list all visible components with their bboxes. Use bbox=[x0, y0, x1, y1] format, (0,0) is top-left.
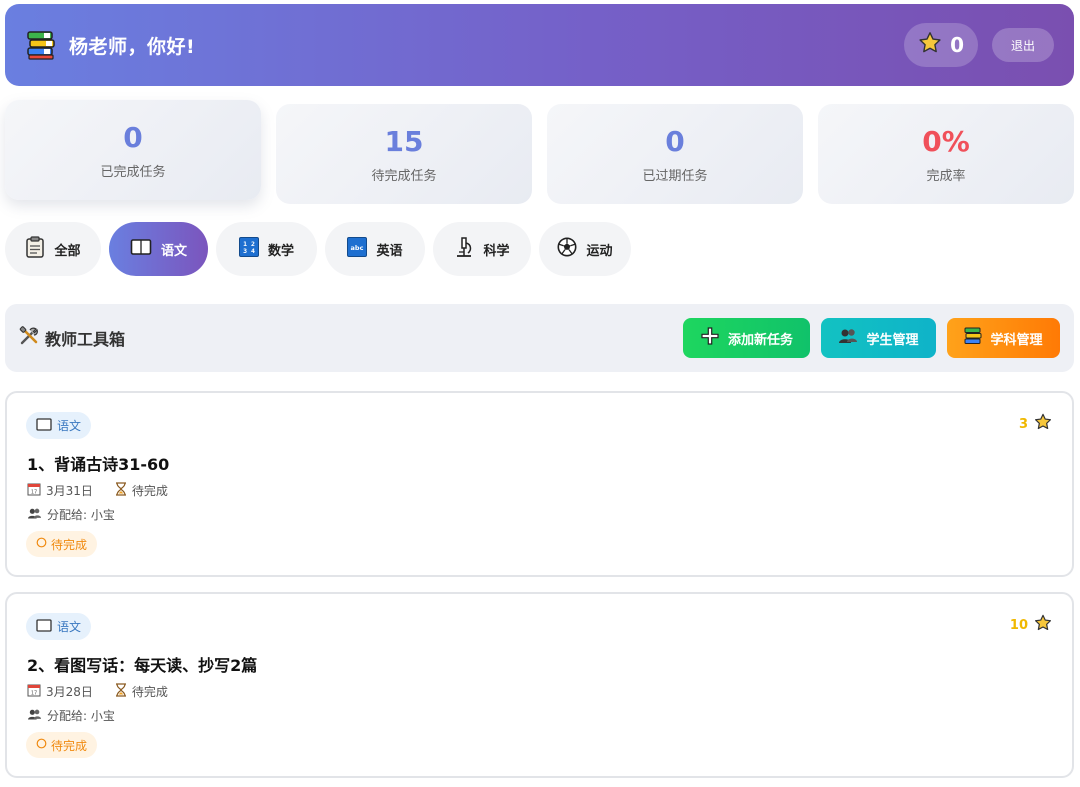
task-state: 待完成 bbox=[131, 484, 168, 498]
people-icon bbox=[838, 327, 858, 349]
stat-expired: 0 已过期任务 bbox=[547, 104, 803, 204]
task-assignee: 分配给: 小宝 bbox=[27, 707, 115, 724]
task-assignee: 分配给: 小宝 bbox=[27, 506, 115, 523]
calendar-icon: 17 bbox=[27, 482, 41, 499]
stat-value: 0 bbox=[123, 120, 143, 154]
stat-label: 完成率 bbox=[926, 168, 966, 184]
circle-icon bbox=[36, 738, 47, 752]
status-badge: 待完成 bbox=[26, 531, 98, 557]
student-management-button[interactable]: 学生管理 bbox=[821, 318, 936, 358]
book-icon bbox=[36, 417, 52, 434]
logout-button[interactable]: 退出 bbox=[992, 28, 1054, 62]
tab-label: 科学 bbox=[483, 243, 510, 259]
subject-name: 语文 bbox=[57, 620, 82, 634]
tab-all[interactable]: 全部 bbox=[5, 222, 101, 276]
tools-icon bbox=[19, 326, 39, 350]
stat-value: 0 bbox=[665, 124, 685, 158]
calendar-icon: 17 bbox=[27, 683, 41, 700]
task-card[interactable]: 语文 10 2、看图写话：每天读、抄写2篇 17 3月28日 待完成 分配给: … bbox=[5, 592, 1074, 778]
svg-text:3 4: 3 4 bbox=[243, 247, 255, 255]
task-meta: 17 3月31日 待完成 bbox=[27, 482, 168, 499]
circle-icon bbox=[36, 537, 47, 551]
tab-label: 运动 bbox=[586, 243, 613, 259]
status-text: 待完成 bbox=[51, 738, 88, 753]
books-icon bbox=[25, 29, 57, 61]
task-card[interactable]: 语文 3 1、背诵古诗31-60 17 3月31日 待完成 分配给: 小宝 待完… bbox=[5, 391, 1074, 577]
tab-science[interactable]: 科学 bbox=[433, 222, 531, 276]
hourglass-icon bbox=[115, 482, 127, 499]
star-count-badge: 0 bbox=[904, 23, 978, 67]
task-points: 10 bbox=[1010, 614, 1052, 636]
stat-value: 15 bbox=[384, 124, 424, 158]
tab-sports[interactable]: 运动 bbox=[539, 222, 631, 276]
tab-label: 语文 bbox=[160, 243, 187, 259]
teacher-toolbox: 教师工具箱 添加新任务 学生管理 学科管理 bbox=[5, 304, 1074, 372]
subject-management-button[interactable]: 学科管理 bbox=[947, 318, 1060, 358]
tab-label: 全部 bbox=[54, 243, 81, 259]
stat-label: 待完成任务 bbox=[371, 168, 437, 184]
tab-english[interactable]: abc 英语 bbox=[325, 222, 425, 276]
assignee-text: 分配给: 小宝 bbox=[47, 508, 115, 522]
stat-completion-rate: 0% 完成率 bbox=[818, 104, 1074, 204]
header-bar: 杨老师，你好! 0 退出 bbox=[5, 4, 1074, 86]
abc-icon: abc bbox=[347, 237, 368, 261]
points-value: 3 bbox=[1018, 416, 1028, 432]
toolbox-title: 教师工具箱 bbox=[45, 330, 126, 349]
student-management-label: 学生管理 bbox=[866, 332, 919, 348]
svg-text:17: 17 bbox=[31, 490, 37, 496]
subject-badge: 语文 bbox=[26, 412, 92, 439]
numbers-icon: 1 23 4 bbox=[238, 237, 259, 261]
svg-text:17: 17 bbox=[31, 691, 37, 697]
add-task-button[interactable]: 添加新任务 bbox=[683, 318, 810, 358]
greeting-text: 杨老师，你好! bbox=[69, 35, 196, 58]
tab-label: 数学 bbox=[267, 243, 294, 259]
tab-math[interactable]: 1 23 4 数学 bbox=[216, 222, 317, 276]
plus-icon bbox=[700, 326, 720, 350]
stat-pending: 15 待完成任务 bbox=[276, 104, 532, 204]
star-count: 0 bbox=[950, 33, 964, 57]
task-title: 1、背诵古诗31-60 bbox=[27, 455, 170, 474]
status-text: 待完成 bbox=[51, 537, 88, 552]
task-state: 待完成 bbox=[131, 685, 168, 699]
star-icon bbox=[918, 31, 942, 60]
subject-badge: 语文 bbox=[26, 613, 92, 640]
task-meta: 17 3月28日 待完成 bbox=[27, 683, 168, 700]
microscope-icon bbox=[454, 236, 474, 262]
star-icon bbox=[1034, 413, 1052, 435]
stat-completed: 0 已完成任务 bbox=[5, 100, 261, 200]
book-icon bbox=[36, 618, 52, 635]
soccer-ball-icon bbox=[557, 237, 577, 261]
tab-chinese[interactable]: 语文 bbox=[109, 222, 208, 276]
hourglass-icon bbox=[115, 683, 127, 700]
stat-label: 已过期任务 bbox=[642, 168, 708, 184]
book-icon bbox=[130, 238, 152, 260]
tab-label: 英语 bbox=[376, 243, 403, 259]
star-icon bbox=[1034, 614, 1052, 636]
points-value: 10 bbox=[1009, 617, 1028, 633]
books-icon bbox=[964, 327, 982, 349]
subject-management-label: 学科管理 bbox=[990, 332, 1043, 348]
people-icon bbox=[27, 507, 42, 523]
subject-name: 语文 bbox=[57, 419, 82, 433]
assignee-text: 分配给: 小宝 bbox=[47, 709, 115, 723]
add-task-label: 添加新任务 bbox=[727, 332, 793, 348]
task-points: 3 bbox=[1019, 413, 1052, 435]
clipboard-icon bbox=[25, 236, 45, 262]
task-title: 2、看图写话：每天读、抄写2篇 bbox=[27, 656, 258, 675]
task-date: 3月28日 bbox=[46, 685, 93, 699]
status-badge: 待完成 bbox=[26, 732, 98, 758]
stat-label: 已完成任务 bbox=[100, 164, 166, 180]
svg-text:abc: abc bbox=[351, 244, 364, 252]
stat-value: 0% bbox=[922, 124, 970, 158]
task-date: 3月31日 bbox=[46, 484, 93, 498]
people-icon bbox=[27, 708, 42, 724]
